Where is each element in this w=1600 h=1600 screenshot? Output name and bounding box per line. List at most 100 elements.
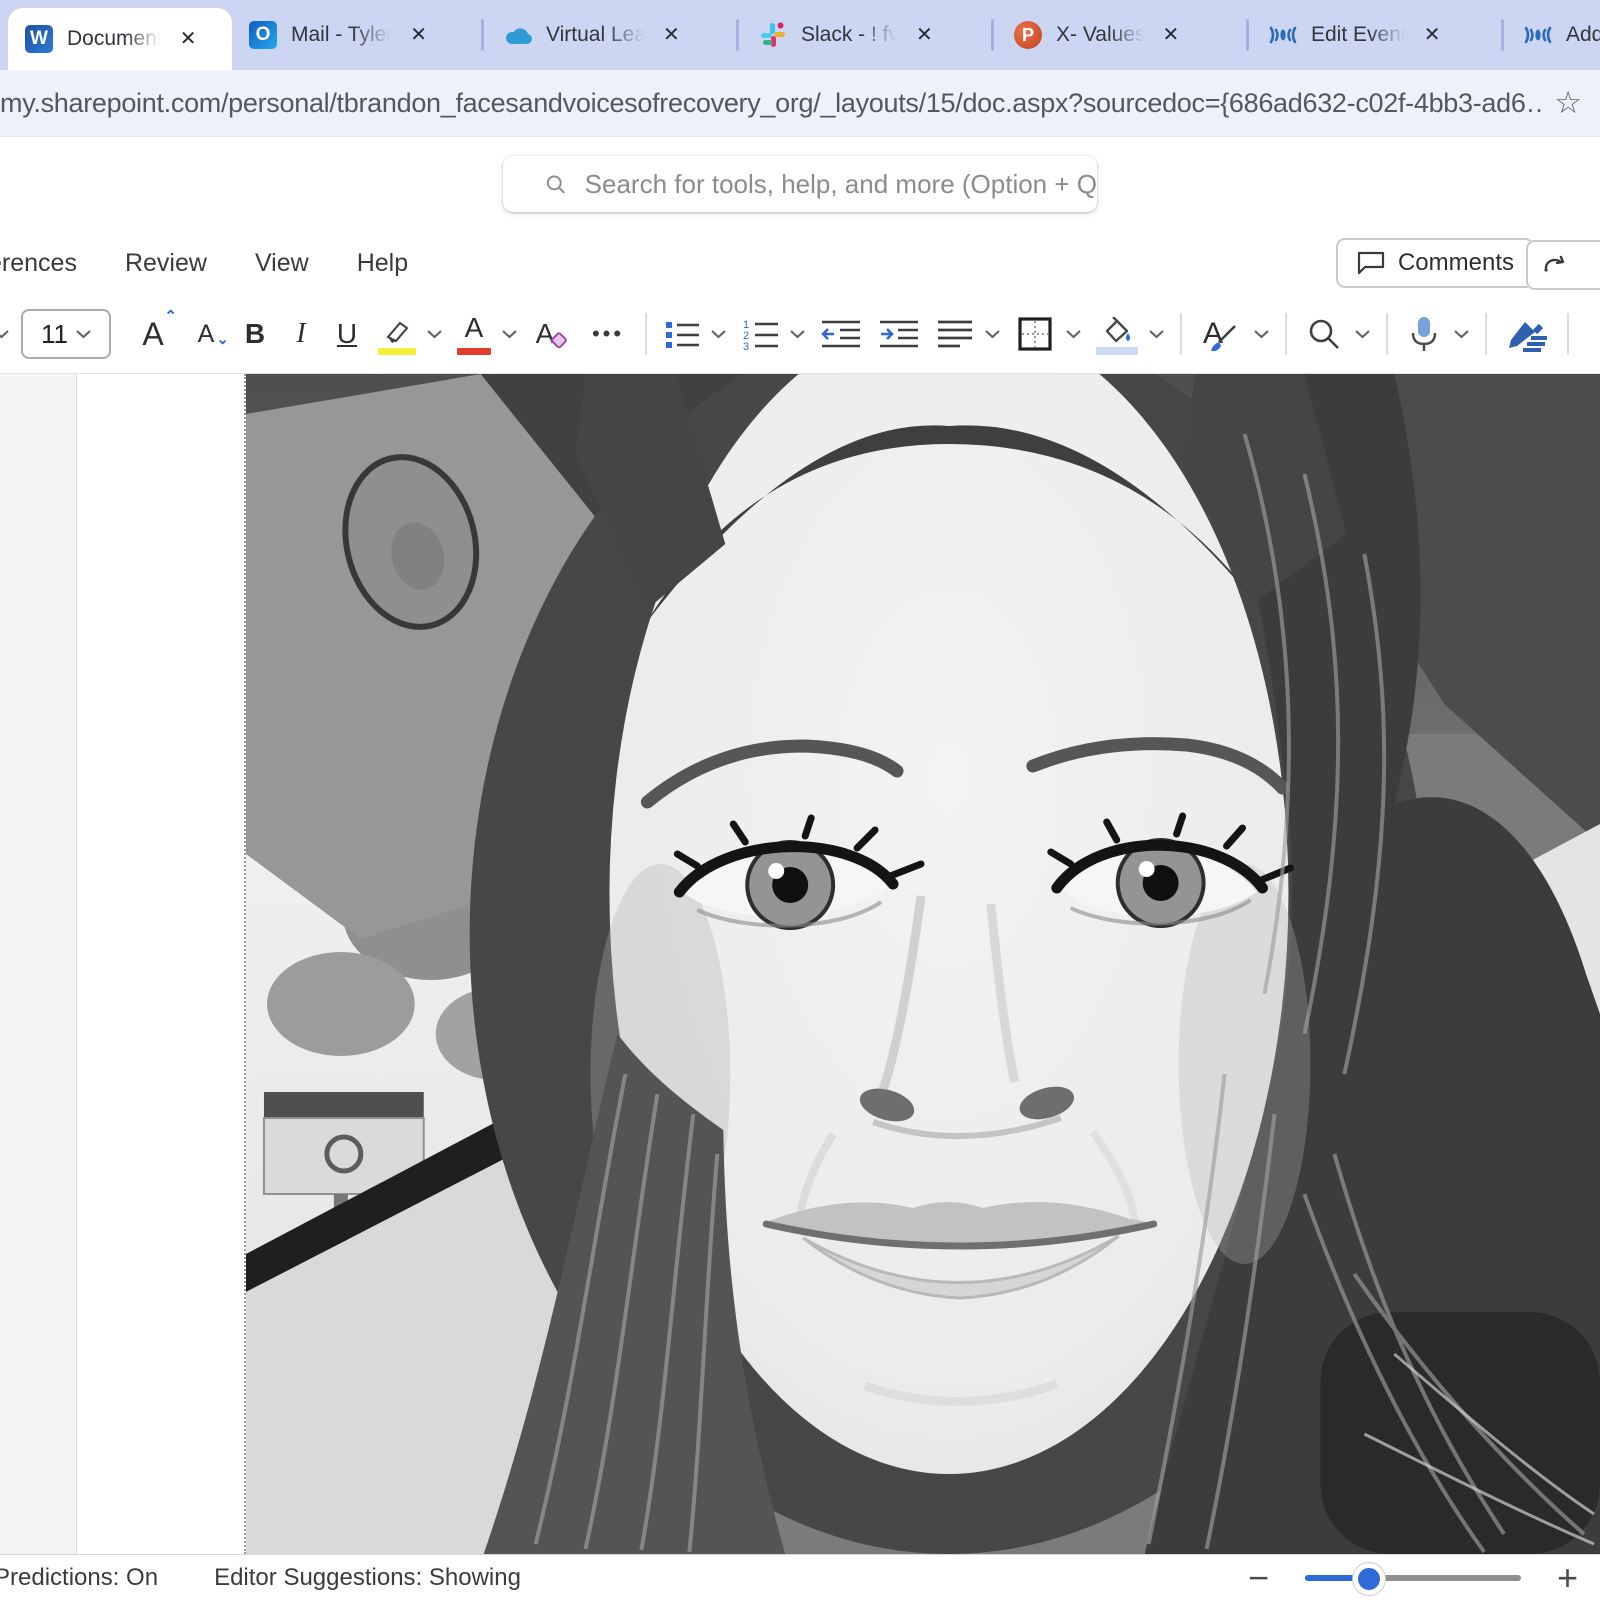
search-input[interactable]: Search for tools, help, and more (Option… bbox=[503, 156, 1097, 212]
more-formatting-button[interactable]: ••• bbox=[581, 307, 635, 361]
chevron-down-icon[interactable] bbox=[1355, 329, 1370, 339]
font-color-bar bbox=[457, 348, 491, 355]
document-canvas[interactable] bbox=[0, 374, 1600, 1554]
url-bar[interactable]: my.sharepoint.com/personal/tbrandon_face… bbox=[0, 70, 1600, 137]
zoom-slider-thumb[interactable] bbox=[1353, 1563, 1385, 1595]
chevron-down-icon[interactable] bbox=[790, 329, 805, 339]
alignment-button[interactable] bbox=[929, 307, 981, 361]
editor-suggestions-status[interactable]: Editor Suggestions: Showing bbox=[214, 1564, 521, 1592]
highlight-color-bar bbox=[378, 348, 416, 355]
word-icon: W bbox=[24, 24, 54, 54]
toolbar-divider bbox=[1485, 313, 1487, 355]
slack-icon bbox=[758, 20, 788, 50]
svg-text:3: 3 bbox=[743, 341, 749, 351]
bullet-list-button[interactable] bbox=[657, 307, 707, 361]
formatting-toolbar: 11 A⌃ A⌄ B I U A A ••• bbox=[0, 295, 1600, 374]
chevron-down-icon[interactable] bbox=[985, 329, 1000, 339]
chevron-down-icon[interactable] bbox=[1254, 329, 1269, 339]
menu-view[interactable]: View bbox=[255, 249, 309, 278]
highlighter-icon bbox=[380, 319, 414, 349]
close-icon[interactable]: ✕ bbox=[1424, 25, 1441, 45]
numbered-list-button[interactable]: 123 bbox=[734, 307, 786, 361]
zoom-control: − + bbox=[1248, 1560, 1578, 1596]
chevron-down-icon[interactable] bbox=[1454, 329, 1469, 339]
chevron-down-icon[interactable] bbox=[502, 329, 517, 339]
chevron-down-icon[interactable] bbox=[711, 329, 726, 339]
comments-button[interactable]: Comments bbox=[1336, 238, 1534, 288]
clear-formatting-button[interactable]: A bbox=[525, 307, 579, 361]
document-photo-selected[interactable] bbox=[244, 374, 1600, 1554]
tab-slack[interactable]: Slack - ! fv ✕ bbox=[742, 0, 988, 70]
tab-title: Slack - ! fv bbox=[801, 23, 899, 47]
font-name-dropdown-chevron[interactable] bbox=[0, 329, 9, 339]
chevron-down-icon[interactable] bbox=[1149, 329, 1164, 339]
chevron-down-icon bbox=[76, 329, 91, 339]
close-icon[interactable]: ✕ bbox=[180, 29, 197, 49]
font-color-button[interactable]: A bbox=[450, 307, 498, 361]
tab-title: Edit Event bbox=[1311, 23, 1407, 47]
align-icon bbox=[936, 318, 974, 350]
eraser-icon bbox=[550, 332, 568, 350]
document-left-rail bbox=[0, 374, 77, 1554]
tab-title: X- Values bbox=[1056, 23, 1146, 47]
tab-edit-event[interactable]: Edit Event ✕ bbox=[1252, 0, 1498, 70]
indent-button[interactable] bbox=[871, 307, 927, 361]
ripple-icon bbox=[1268, 20, 1298, 50]
tab-title: Mail - Tyler bbox=[291, 23, 393, 47]
bookmark-star-icon[interactable]: ☆ bbox=[1544, 85, 1582, 121]
comments-label: Comments bbox=[1398, 249, 1514, 277]
grow-font-button[interactable]: A⌃ bbox=[127, 307, 179, 361]
caret-down-icon: ⌄ bbox=[216, 332, 229, 347]
menu-help[interactable]: Help bbox=[357, 249, 408, 278]
comment-bubble-icon bbox=[1356, 249, 1386, 277]
predictions-status[interactable]: Predictions: On bbox=[0, 1564, 158, 1592]
chevron-down-icon[interactable] bbox=[427, 329, 442, 339]
caret-up-icon: ⌃ bbox=[164, 309, 177, 324]
zoom-in-button[interactable]: + bbox=[1557, 1560, 1578, 1596]
underline-button[interactable]: U bbox=[325, 307, 369, 361]
shading-button[interactable] bbox=[1089, 307, 1145, 361]
ribbon-menu-row: erences Review View Help Comments bbox=[0, 231, 1600, 295]
editor-button[interactable] bbox=[1497, 307, 1557, 361]
close-icon[interactable]: ✕ bbox=[663, 25, 680, 45]
styles-button[interactable]: A bbox=[1192, 307, 1250, 361]
tab-mail[interactable]: O Mail - Tyler ✕ bbox=[232, 0, 478, 70]
shrink-font-button[interactable]: A⌄ bbox=[181, 307, 231, 361]
highlight-button[interactable] bbox=[371, 307, 423, 361]
tab-virtual-learning[interactable]: Virtual Lea ✕ bbox=[487, 0, 733, 70]
zoom-out-button[interactable]: − bbox=[1248, 1560, 1269, 1596]
toolbar-divider bbox=[645, 313, 647, 355]
url-text[interactable]: my.sharepoint.com/personal/tbrandon_face… bbox=[0, 88, 1544, 119]
editor-pen-icon bbox=[1505, 316, 1549, 352]
tab-separator bbox=[1501, 19, 1504, 51]
table-icon bbox=[1017, 316, 1053, 352]
bold-button[interactable]: B bbox=[233, 307, 277, 361]
close-icon[interactable]: ✕ bbox=[916, 25, 933, 45]
status-bar: Predictions: On Editor Suggestions: Show… bbox=[0, 1554, 1600, 1600]
tab-add-a-new[interactable]: Add A New ✕ bbox=[1507, 0, 1600, 70]
table-button[interactable] bbox=[1008, 307, 1062, 361]
close-icon[interactable]: ✕ bbox=[1163, 25, 1180, 45]
word-header: Search for tools, help, and more (Option… bbox=[0, 137, 1600, 231]
toolbar-divider bbox=[1567, 313, 1569, 355]
tab-title: Add A New bbox=[1566, 23, 1600, 47]
outdent-icon bbox=[820, 318, 862, 350]
font-size-select[interactable]: 11 bbox=[21, 309, 111, 359]
menu-references-partial[interactable]: erences bbox=[0, 249, 77, 278]
tab-powerpoint[interactable]: P X- Values ✕ bbox=[997, 0, 1243, 70]
outlook-icon: O bbox=[248, 20, 278, 50]
close-icon[interactable]: ✕ bbox=[410, 25, 427, 45]
tab-document[interactable]: W Document ✕ bbox=[8, 8, 232, 70]
chevron-down-icon[interactable] bbox=[1066, 329, 1081, 339]
menu-review[interactable]: Review bbox=[125, 249, 207, 278]
find-button[interactable] bbox=[1297, 307, 1351, 361]
paint-bucket-icon bbox=[1097, 317, 1137, 351]
outdent-button[interactable] bbox=[813, 307, 869, 361]
search-icon bbox=[545, 171, 567, 198]
search-placeholder: Search for tools, help, and more (Option… bbox=[585, 169, 1097, 200]
catchup-button-partial[interactable] bbox=[1526, 240, 1600, 290]
shading-color-bar bbox=[1096, 347, 1138, 355]
dictate-button[interactable] bbox=[1398, 307, 1450, 361]
italic-button[interactable]: I bbox=[279, 307, 323, 361]
zoom-slider[interactable] bbox=[1305, 1575, 1521, 1581]
